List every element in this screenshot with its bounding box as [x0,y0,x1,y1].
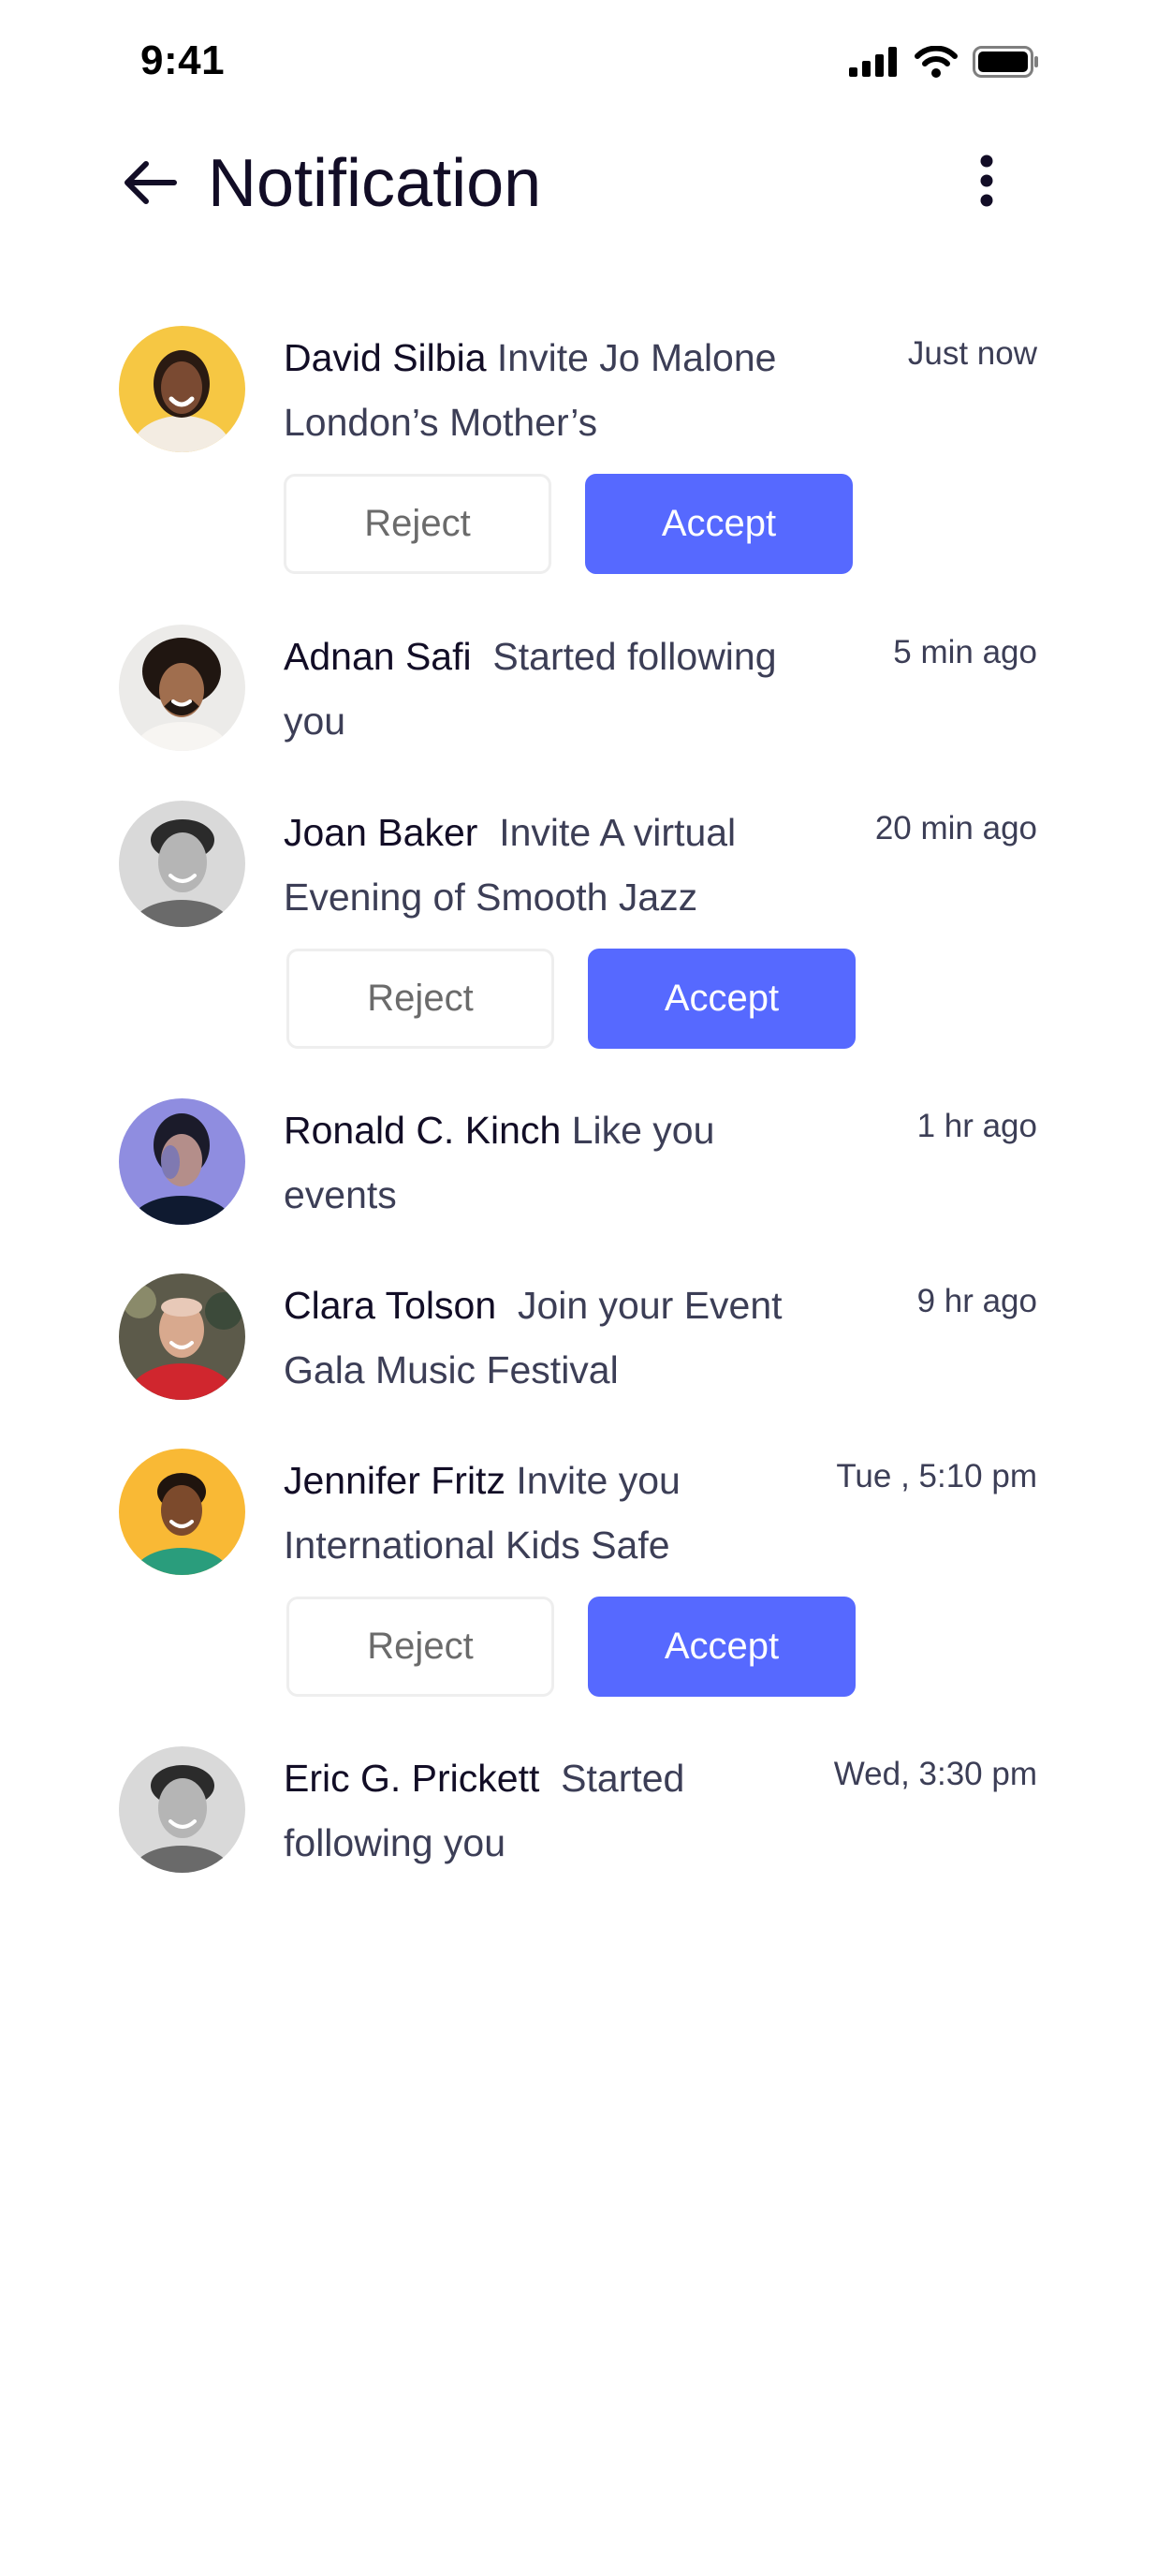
notification-item[interactable]: David Silbia Invite Jo Malone London’s M… [0,326,1157,579]
notification-text: Ronald C. Kinch Like you events [284,1098,808,1228]
back-button[interactable] [117,152,183,217]
notification-item[interactable]: Jennifer Fritz Invite you International … [0,1449,1157,1701]
notification-text: Eric G. Prickett Started following you [284,1746,808,1876]
reject-button[interactable]: Reject [286,949,554,1049]
notification-time: 9 hr ago [916,1283,1037,1319]
accept-button[interactable]: Accept [585,474,853,574]
notification-item[interactable]: Eric G. Prickett Started following you W… [0,1746,1157,1877]
avatar [119,1098,245,1225]
notification-time: Tue , 5:10 pm [836,1458,1037,1494]
accept-button[interactable]: Accept [588,1597,856,1697]
notification-time: Wed, 3:30 pm [833,1756,1037,1792]
notification-item[interactable]: Clara Tolson Join your Event Gala Music … [0,1273,1157,1405]
reject-button[interactable]: Reject [284,474,551,574]
arrow-left-icon [122,159,178,211]
avatar [119,1449,245,1575]
notification-item[interactable]: Joan Baker Invite A virtual Evening of S… [0,801,1157,1053]
status-bar: 9:41 [0,0,1157,131]
avatar [119,1746,245,1873]
signal-icon [849,46,900,81]
notification-time: 20 min ago [874,810,1037,846]
notification-name: Joan Baker [284,811,478,854]
notification-text: David Silbia Invite Jo Malone London’s M… [284,326,808,455]
notification-time: Just now [907,335,1037,372]
notification-time: 5 min ago [893,634,1037,670]
notification-name: Jennifer Fritz [284,1459,505,1502]
notification-text: Jennifer Fritz Invite you International … [284,1449,808,1578]
notification-item[interactable]: Adnan Safi Started following you 5 min a… [0,625,1157,756]
more-options-button[interactable] [964,150,1009,215]
notification-name: Adnan Safi [284,635,472,678]
status-icons [849,45,1040,82]
status-time: 9:41 [140,37,226,83]
avatar [119,801,245,927]
notification-text: Joan Baker Invite A virtual Evening of S… [284,801,808,930]
more-vertical-icon [979,155,994,212]
notification-item[interactable]: Ronald C. Kinch Like you events 1 hr ago [0,1098,1157,1229]
header: Notification [0,131,1157,243]
page-title: Notification [208,146,542,221]
battery-icon [973,45,1040,82]
avatar [119,326,245,452]
reject-button[interactable]: Reject [286,1597,554,1697]
avatar [119,1273,245,1400]
notification-name: David Silbia [284,336,487,379]
notification-text: Adnan Safi Started following you [284,625,808,754]
accept-button[interactable]: Accept [588,949,856,1049]
wifi-icon [915,45,958,82]
notification-time: 1 hr ago [916,1108,1037,1144]
notification-name: Ronald C. Kinch [284,1109,562,1152]
notification-name: Clara Tolson [284,1284,497,1327]
notification-name: Eric G. Prickett [284,1757,540,1800]
notification-text: Clara Tolson Join your Event Gala Music … [284,1273,808,1403]
avatar [119,625,245,751]
